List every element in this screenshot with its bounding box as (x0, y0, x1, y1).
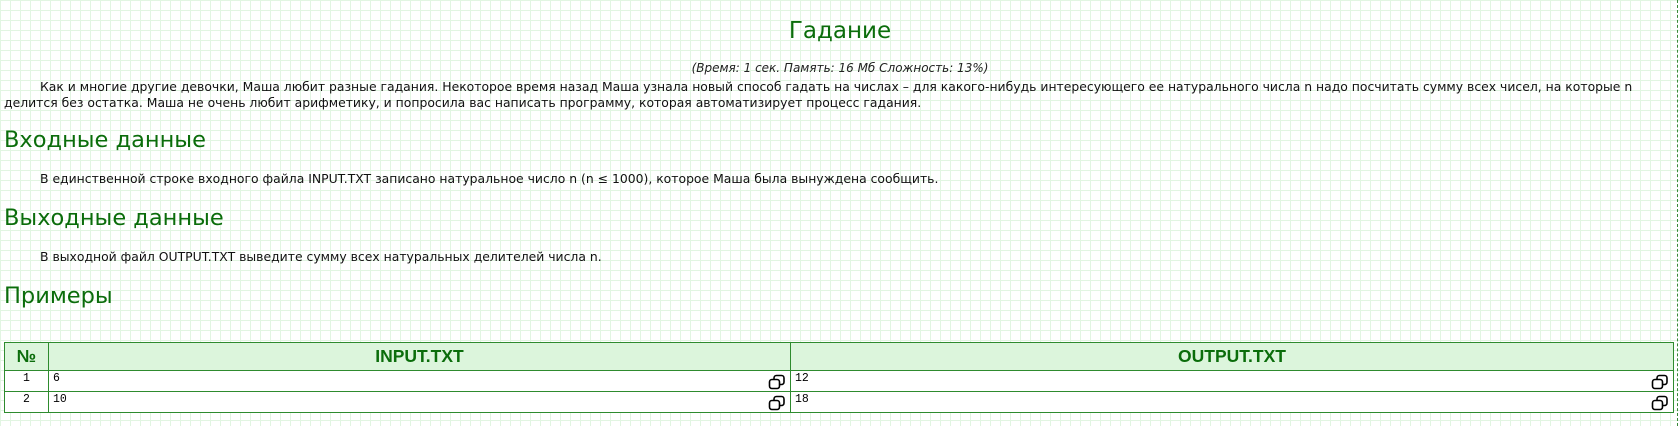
output-section-heading: Выходные данные (4, 205, 224, 231)
problem-limits: (Время: 1 сек. Память: 16 Мб Сложность: … (691, 61, 989, 75)
copy-icon[interactable] (1651, 374, 1669, 390)
table-row: 1 6 12 (4, 370, 1674, 392)
copy-icon[interactable] (1651, 395, 1669, 411)
copy-icon[interactable] (768, 395, 786, 411)
column-header-output: OUTPUT.TXT (790, 342, 1674, 371)
example-input-cell: 6 (48, 370, 791, 392)
example-output-cell: 12 (790, 370, 1674, 392)
output-section-text: В выходной файл OUTPUT.TXT выведите сумм… (40, 249, 602, 264)
example-output-cell: 18 (790, 391, 1674, 413)
column-header-number: № (4, 342, 49, 371)
example-input-value: 6 (53, 372, 60, 385)
example-number: 1 (4, 370, 49, 392)
examples-header-row: № INPUT.TXT OUTPUT.TXT (4, 342, 1674, 371)
example-input-cell: 10 (48, 391, 791, 413)
examples-table: № INPUT.TXT OUTPUT.TXT 1 6 12 2 10 18 (4, 342, 1674, 413)
page-edge-rule (1677, 0, 1678, 426)
example-output-value: 12 (795, 372, 809, 385)
problem-title: Гадание (788, 18, 892, 44)
problem-statement: Как и многие другие девочки, Маша любит … (4, 79, 1633, 110)
example-output-value: 18 (795, 393, 809, 406)
example-input-value: 10 (53, 393, 67, 406)
example-number: 2 (4, 391, 49, 413)
input-section-heading: Входные данные (4, 127, 206, 153)
copy-icon[interactable] (768, 374, 786, 390)
table-row: 2 10 18 (4, 391, 1674, 413)
problem-content: Гадание (Время: 1 сек. Память: 16 Мб Сло… (4, 0, 1676, 311)
input-section-text: В единственной строке входного файла INP… (40, 171, 939, 186)
column-header-input: INPUT.TXT (48, 342, 791, 371)
examples-heading: Примеры (4, 283, 113, 309)
